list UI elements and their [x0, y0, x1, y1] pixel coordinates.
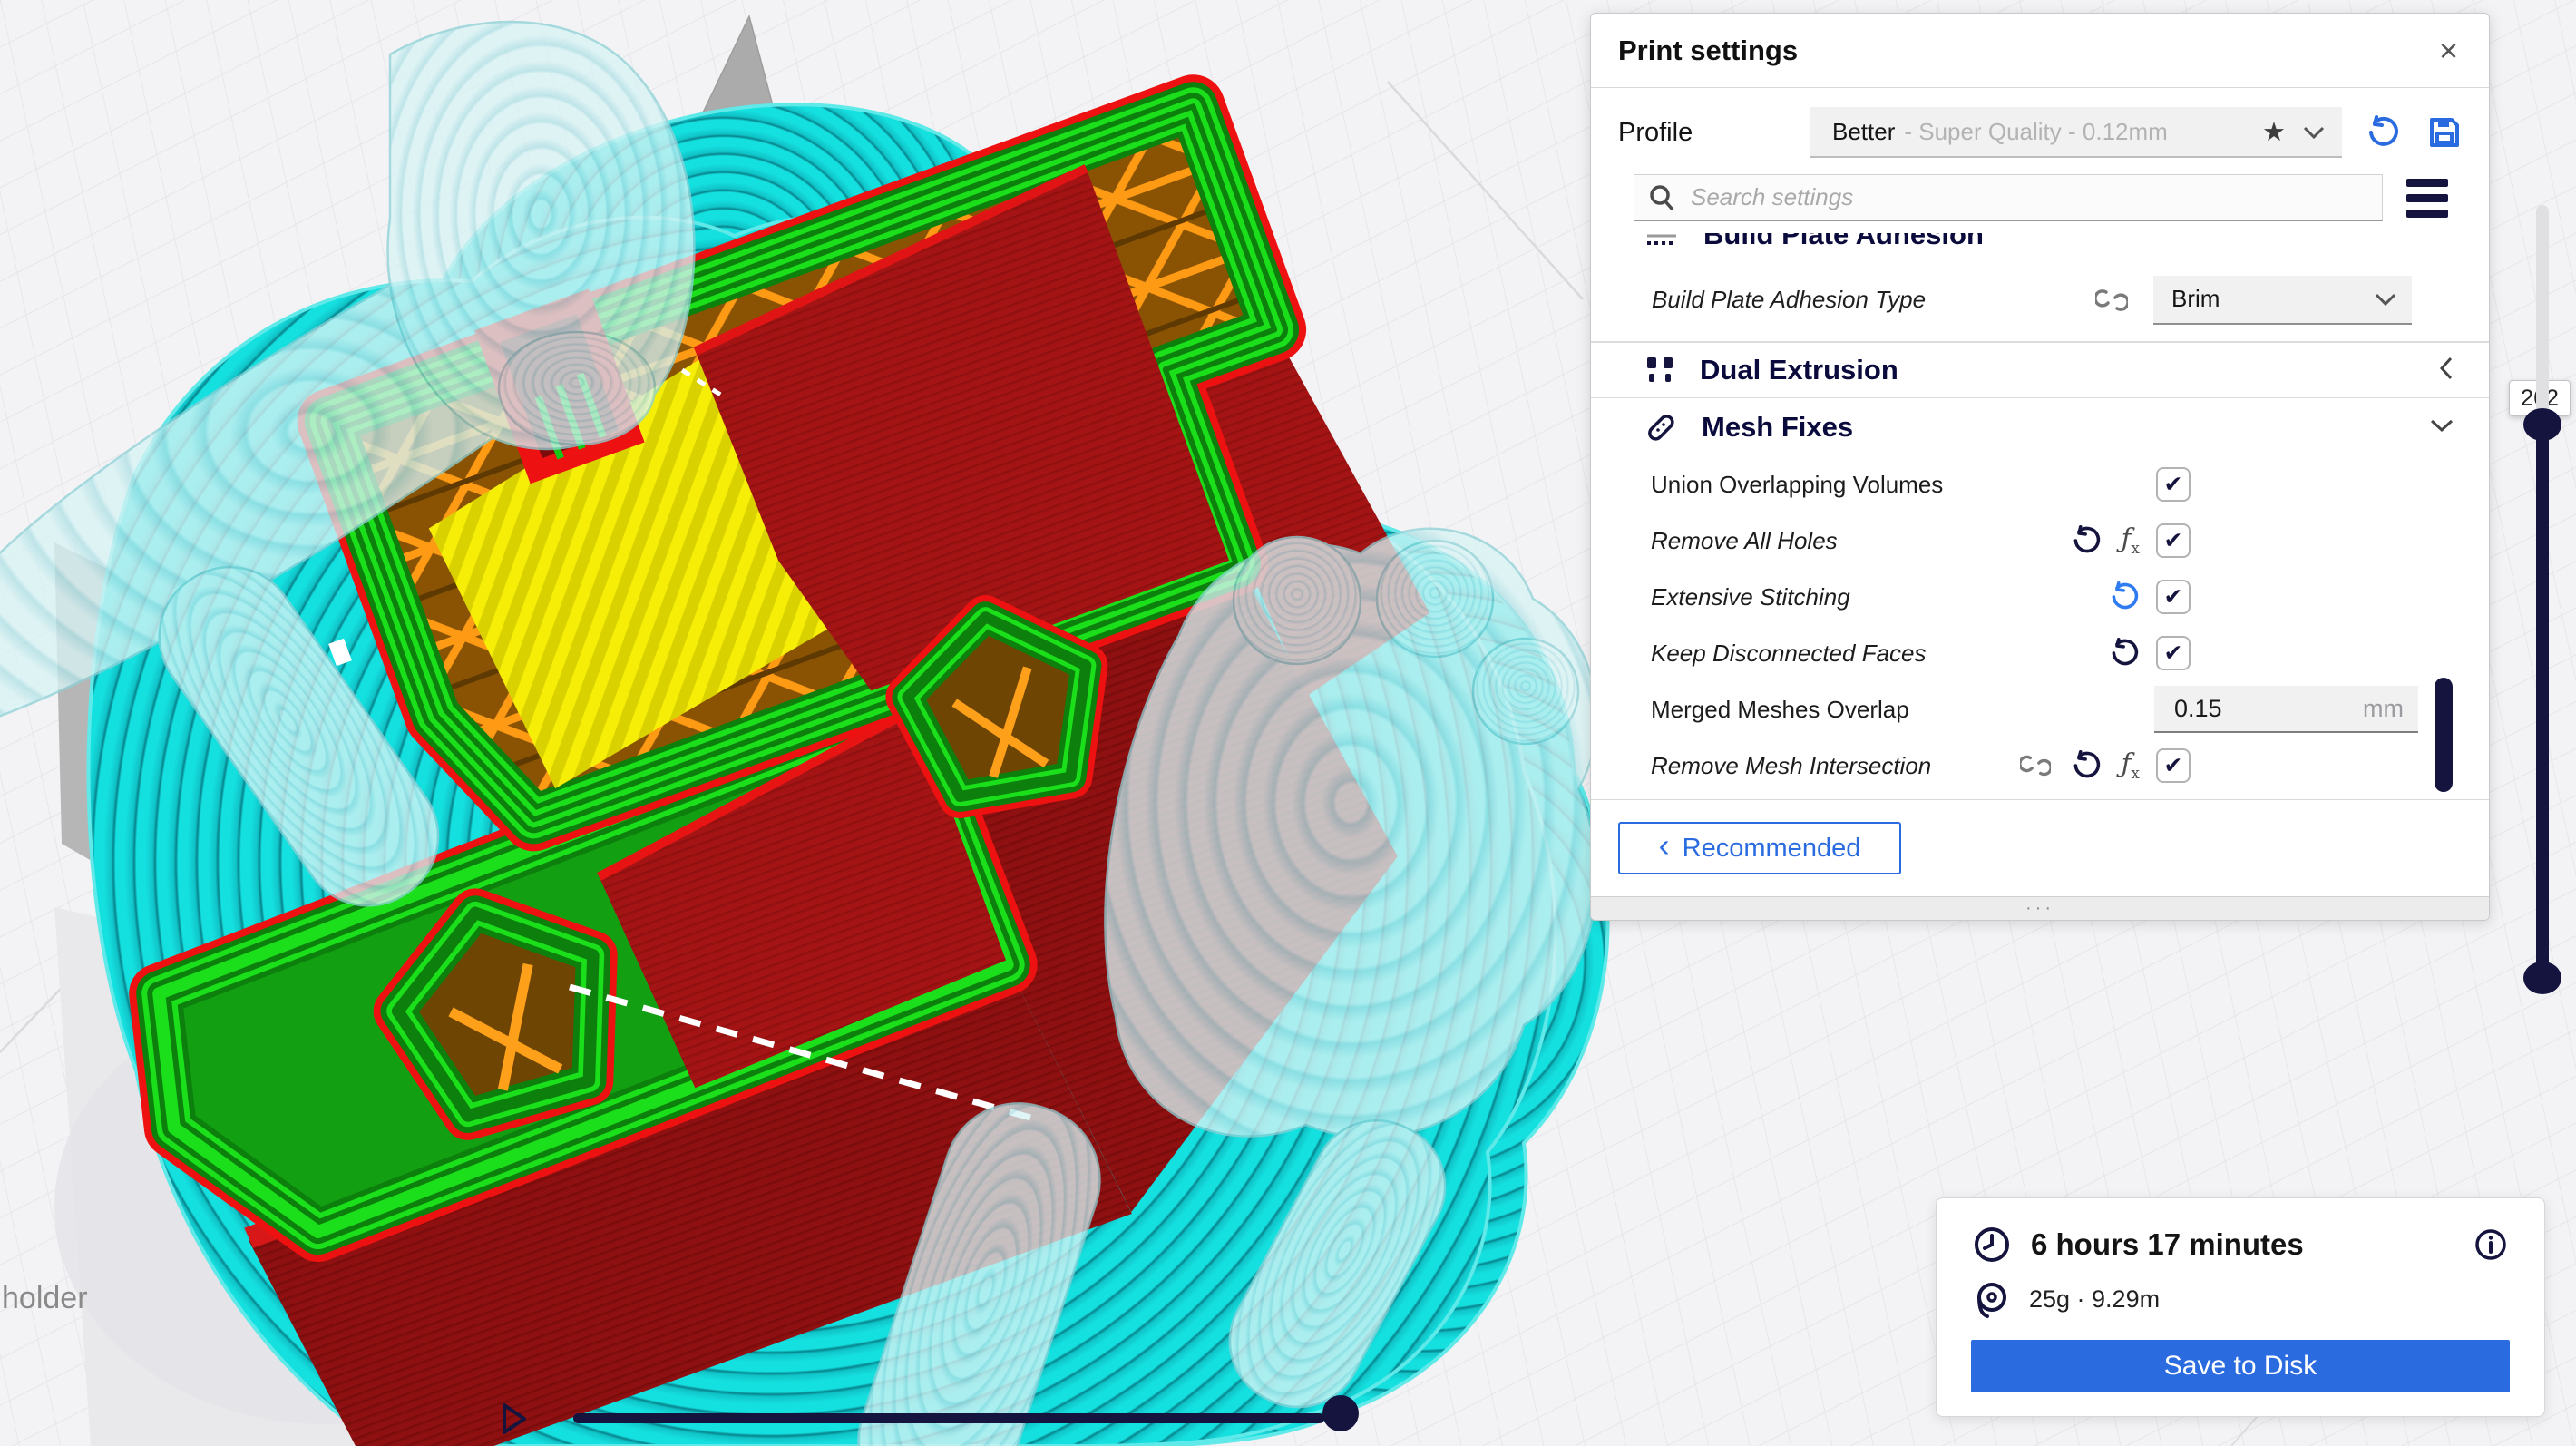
category-dual-extrusion[interactable]: Dual Extrusion [1591, 342, 2489, 398]
panel-resize-handle[interactable]: ··· [1591, 896, 2489, 920]
layer-slider-handle-top[interactable] [2523, 408, 2561, 441]
setting-row-adhesion-type: Build Plate Adhesion Type Brim [1591, 264, 2489, 342]
panel-scrollbar[interactable] [2435, 678, 2453, 792]
reset-setting-icon[interactable] [2109, 638, 2140, 669]
setting-row-keep-disconnected-faces: Keep Disconnected Faces ✔ [1591, 625, 2489, 681]
reset-profile-icon[interactable] [2366, 115, 2400, 150]
dual-extrusion-icon [1644, 354, 1676, 386]
function-icon[interactable]: ƒx [2122, 750, 2140, 782]
profile-label: Profile [1618, 118, 1810, 148]
adhesion-category-icon [1644, 233, 1680, 250]
category-mesh-fixes[interactable]: Mesh Fixes [1591, 398, 2489, 456]
info-icon[interactable] [2474, 1227, 2508, 1262]
print-summary-card: 6 hours 17 minutes 25g · 9.29m Save to D… [1936, 1197, 2545, 1417]
search-icon [1647, 183, 1676, 212]
material-spool-icon [1973, 1280, 2009, 1318]
union-checkbox[interactable]: ✔ [2156, 467, 2191, 502]
model-name-label: holder [2, 1281, 88, 1316]
adhesion-type-dropdown[interactable]: Brim [2153, 276, 2412, 325]
mesh-fixes-icon [1644, 410, 1678, 445]
category-build-plate-adhesion[interactable]: Build Plate Adhesion [1591, 233, 2489, 264]
chevron-left-icon: ‹ [1659, 826, 1670, 865]
overlap-input-box: mm [2154, 686, 2418, 733]
material-estimate: 25g · 9.29m [2029, 1285, 2160, 1314]
extensive-stitching-checkbox[interactable]: ✔ [2156, 580, 2191, 614]
path-slider-handle[interactable] [1322, 1395, 1359, 1431]
setting-row-remove-mesh-intersection: Remove Mesh Intersection ƒx ✔ [1591, 738, 2489, 794]
search-row [1591, 171, 2489, 233]
profile-value-secondary: - Super Quality - 0.12mm [1904, 118, 2167, 146]
star-icon[interactable]: ★ [2262, 116, 2286, 148]
recommended-button[interactable]: ‹ Recommended [1618, 822, 1901, 874]
profile-row: Profile Better - Super Quality - 0.12mm … [1591, 88, 2489, 171]
setting-row-extensive-stitching: Extensive Stitching ✔ [1591, 569, 2489, 625]
print-time-estimate: 6 hours 17 minutes [2031, 1227, 2304, 1262]
reset-setting-icon[interactable] [2071, 525, 2102, 556]
path-slider-track[interactable] [573, 1413, 1324, 1423]
link-icon[interactable] [2020, 750, 2051, 781]
save-profile-icon[interactable] [2427, 115, 2462, 150]
print-settings-panel: Print settings × Profile Better - Super … [1590, 13, 2490, 921]
chevron-left-icon [2438, 356, 2454, 386]
save-to-disk-button[interactable]: Save to Disk [1971, 1340, 2510, 1392]
setting-row-union-overlapping-volumes: Union Overlapping Volumes ✔ [1591, 456, 2489, 513]
settings-menu-icon[interactable] [2406, 179, 2448, 218]
panel-header: Print settings × [1591, 14, 2489, 88]
search-input[interactable] [1689, 182, 2369, 212]
link-icon[interactable] [2095, 284, 2128, 317]
layer-slider-handle-bottom[interactable] [2523, 962, 2561, 994]
setting-row-remove-all-holes: Remove All Holes ƒx ✔ [1591, 513, 2489, 569]
layer-slider-range[interactable] [2536, 426, 2549, 983]
keep-faces-checkbox[interactable]: ✔ [2156, 636, 2191, 670]
overlap-input[interactable] [2172, 694, 2308, 724]
profile-dropdown[interactable]: Better - Super Quality - 0.12mm ★ [1810, 107, 2342, 158]
close-icon[interactable]: × [2435, 34, 2462, 67]
panel-title: Print settings [1618, 34, 1798, 67]
remove-holes-checkbox[interactable]: ✔ [2156, 523, 2191, 558]
layer-slider [2531, 205, 2554, 994]
search-box [1634, 174, 2383, 221]
setting-row-merged-meshes-overlap: Merged Meshes Overlap mm [1591, 681, 2489, 738]
clock-icon [1973, 1226, 2011, 1264]
chevron-down-icon [2374, 285, 2397, 313]
mesh-intersection-checkbox[interactable]: ✔ [2156, 748, 2191, 783]
chevron-down-icon [2302, 118, 2326, 146]
profile-value: Better [1832, 118, 1895, 146]
reset-setting-icon[interactable] [2071, 750, 2102, 781]
path-slider [490, 1395, 1379, 1442]
setting-label: Build Plate Adhesion Type [1652, 286, 2095, 314]
reset-setting-icon-blue[interactable] [2109, 581, 2140, 612]
function-icon[interactable]: ƒx [2122, 525, 2140, 557]
chevron-down-icon [2429, 417, 2454, 438]
unit-label: mm [2363, 695, 2404, 723]
